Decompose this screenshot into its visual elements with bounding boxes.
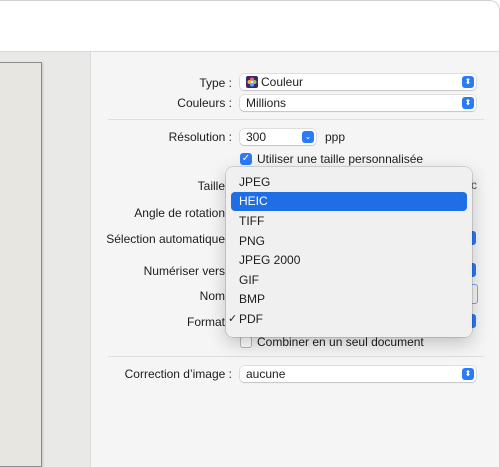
menu-item-label: BMP [239, 292, 266, 306]
chevron-updown-icon: ⬍ [462, 76, 474, 88]
separator [108, 119, 484, 120]
combine-label: Combiner en un seul document [257, 335, 424, 349]
scanner-window: Type : Couleur ⬍ Couleurs : Millions ⬍ R… [0, 0, 500, 467]
menu-item-label: JPEG [239, 175, 271, 189]
colors-label: Couleurs : [177, 96, 232, 110]
name-label: Nom [199, 289, 225, 303]
menu-item-label: TIFF [239, 214, 265, 228]
image-correction-label: Correction d’image : [124, 367, 232, 381]
custom-size-label: Utiliser une taille personnalisée [257, 152, 424, 166]
menu-item-label: JPEG 2000 [239, 253, 301, 267]
chevron-updown-icon: ⬍ [462, 97, 474, 109]
type-popup[interactable]: Couleur ⬍ [240, 74, 476, 90]
resolution-label: Résolution : [168, 130, 232, 144]
menu-item-tiff[interactable]: TIFF [231, 212, 467, 231]
resolution-popup[interactable]: 300 ⌄ [240, 129, 316, 145]
auto-select-label: Sélection automatique [106, 232, 225, 246]
scan-preview[interactable] [0, 62, 42, 467]
title-bar [0, 0, 500, 52]
format-label: Format [186, 315, 225, 329]
chevron-updown-icon: ⬍ [462, 368, 474, 380]
image-correction-value: aucune [246, 367, 286, 381]
chevron-down-icon: ⌄ [302, 131, 314, 143]
scan-to-label: Numériser vers [143, 264, 225, 278]
image-correction-popup[interactable]: aucune ⬍ [240, 366, 476, 382]
menu-item-gif[interactable]: GIF [231, 271, 467, 290]
color-flower-icon [246, 76, 258, 88]
resolution-unit: ppp [325, 130, 346, 144]
colors-popup[interactable]: Millions ⬍ [240, 95, 476, 111]
menu-item-pdf[interactable]: ✓ PDF [228, 310, 467, 329]
menu-item-label: GIF [239, 273, 259, 287]
custom-size-checkbox[interactable]: ✓ [240, 153, 252, 165]
size-label: Taille [197, 179, 225, 193]
separator [108, 356, 484, 357]
menu-item-bmp[interactable]: BMP [231, 290, 467, 309]
menu-item-jpeg[interactable]: JPEG [231, 173, 467, 192]
rotation-label: Angle de rotation [134, 206, 225, 220]
menu-item-label: HEIC [239, 194, 268, 208]
type-label: Type : [199, 76, 232, 90]
colors-value: Millions [246, 96, 287, 110]
menu-item-heic[interactable]: HEIC [231, 192, 467, 211]
checkmark-icon: ✓ [228, 313, 238, 325]
combine-checkbox[interactable] [240, 336, 252, 348]
menu-item-label: PNG [239, 234, 266, 248]
menu-item-jpeg-2000[interactable]: JPEG 2000 [231, 251, 467, 270]
menu-item-label: PDF [239, 312, 263, 326]
menu-item-png[interactable]: PNG [231, 232, 467, 251]
resolution-value: 300 [246, 130, 267, 144]
format-menu: JPEG HEIC TIFF PNG JPEG 2000 GIF BMP ✓ PD… [226, 167, 472, 337]
type-value: Couleur [261, 75, 304, 89]
